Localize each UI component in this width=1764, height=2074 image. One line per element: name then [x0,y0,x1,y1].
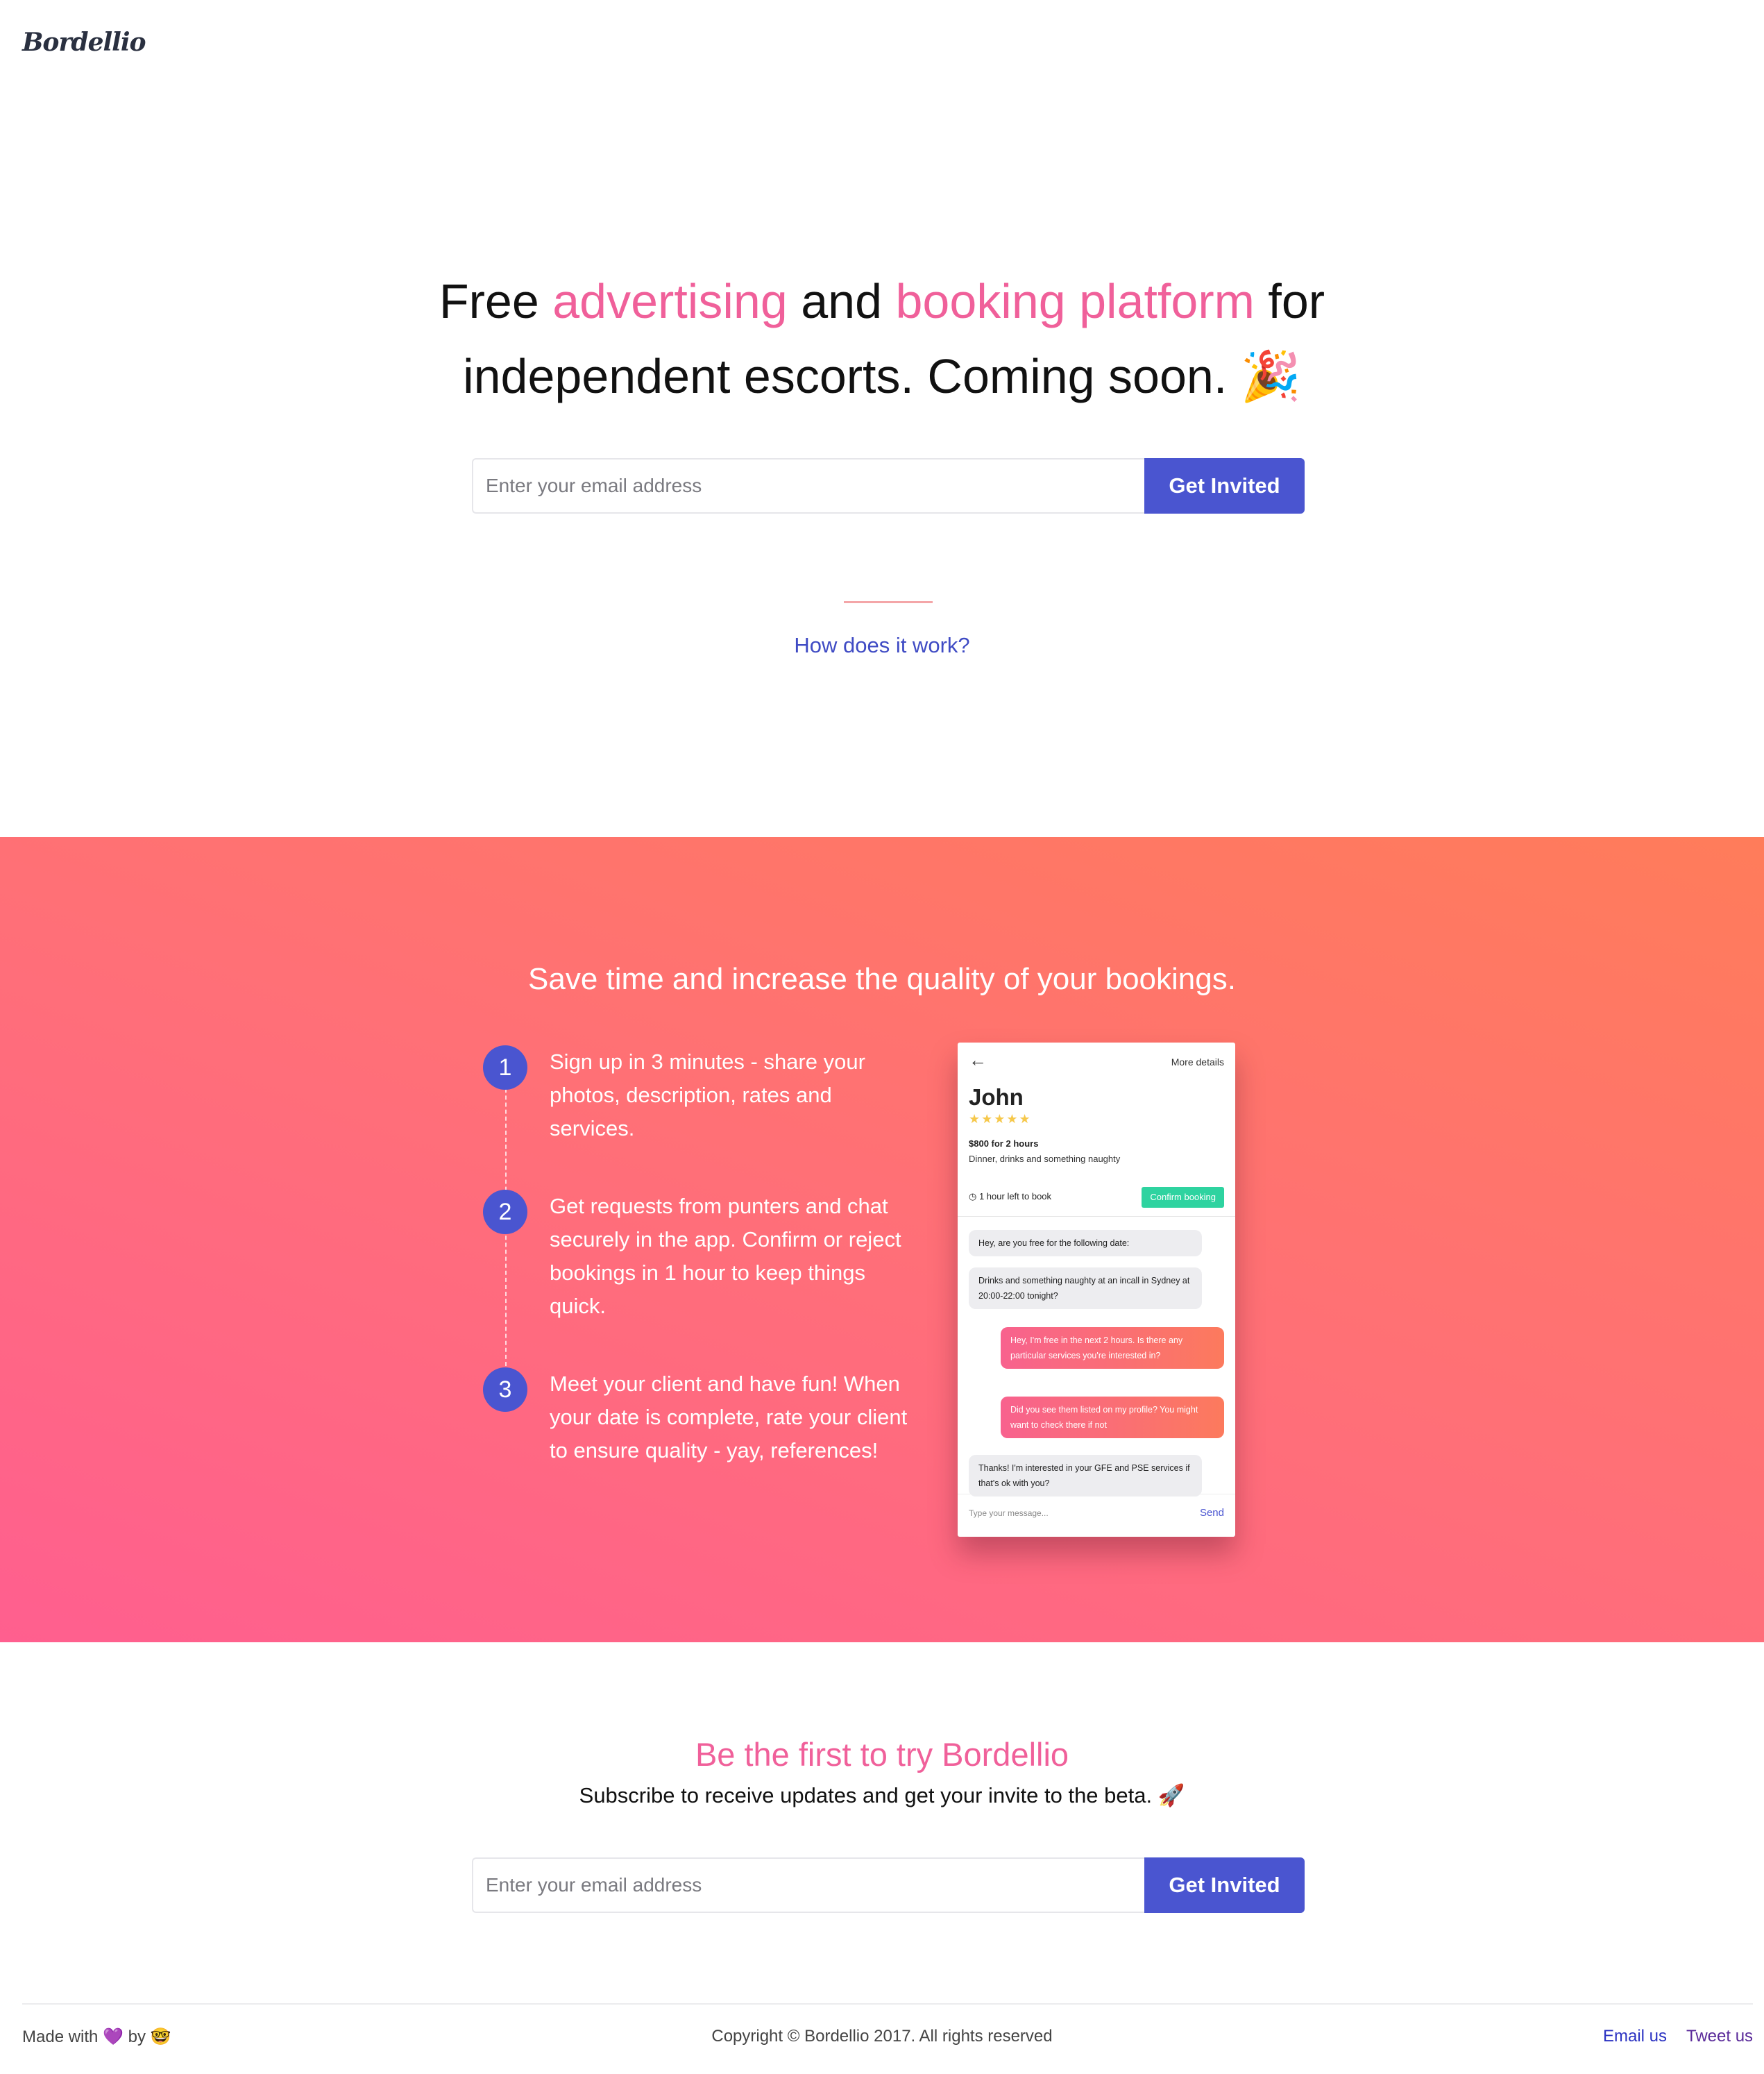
step-text: Get requests from punters and chat secur… [550,1194,901,1318]
step-number: 2 [483,1190,527,1234]
cta-title: Be the first to try Bordellio [695,1736,1069,1773]
more-details-link[interactable]: More details [1171,1056,1224,1068]
message-input[interactable]: Type your message... [969,1508,1049,1518]
features-heading: Save time and increase the quality of yo… [528,962,1236,996]
hero-get-invited-button[interactable]: Get Invited [1144,458,1305,514]
client-name: John [969,1084,1024,1110]
chat-message-outgoing: Did you see them listed on my profile? Y… [1001,1397,1224,1438]
step-text: Meet your client and have fun! When your… [550,1372,908,1462]
chat-message-incoming: Drinks and something naughty at an incal… [969,1267,1202,1309]
timer-text: 1 hour left to book [978,1191,1052,1202]
booking-description: Dinner, drinks and something naughty [969,1154,1121,1164]
hero-title: Free advertising and booking platform fo… [0,264,1764,414]
cta-get-invited-button[interactable]: Get Invited [1144,1857,1305,1913]
phone-mockup: ← More details John ★★★★★ $800 for 2 hou… [958,1043,1235,1537]
hero-title-part: Free [439,274,553,328]
cta-subtitle-text: Subscribe to receive updates and get you… [579,1783,1153,1807]
divider [958,1216,1235,1217]
step-number: 1 [483,1045,527,1090]
copyright: Copyright © Bordellio 2017. All rights r… [711,2027,1053,2046]
step-text: Sign up in 3 minutes - share your photos… [550,1049,865,1140]
party-popper-icon: 🎉 [1240,349,1301,403]
hero-title-part: and [787,274,896,328]
step-number: 3 [483,1367,527,1412]
hero-title-line2: independent escorts. Coming soon. [463,349,1228,403]
footer-divider [22,2003,1753,2005]
message-composer: Type your message... Send [958,1494,1235,1537]
logo[interactable]: Bordellio [22,28,146,57]
star-rating: ★★★★★ [969,1112,1032,1126]
chat-message-incoming: Hey, are you free for the following date… [969,1230,1202,1256]
send-button[interactable]: Send [1200,1507,1224,1519]
hero-title-part: for [1254,274,1325,328]
timer: ◷ 1 hour left to book [969,1191,1051,1202]
hero-highlight-advertising: advertising [552,274,788,328]
booking-price: $800 for 2 hours [969,1138,1039,1149]
clock-icon: ◷ [969,1191,977,1202]
tweet-us-link[interactable]: Tweet us [1686,2027,1753,2046]
chat-message-incoming: Thanks! I'm interested in your GFE and P… [969,1455,1202,1497]
divider [844,601,933,603]
hero-email-input[interactable] [472,458,1144,514]
how-does-it-work-link[interactable]: How does it work? [0,633,1764,658]
chat-message-outgoing: Hey, I'm free in the next 2 hours. Is th… [1001,1327,1224,1369]
confirm-booking-button[interactable]: Confirm booking [1142,1187,1224,1208]
rocket-icon: 🚀 [1157,1783,1185,1807]
hero-title-block: Free advertising and booking platform fo… [0,264,1764,414]
hero-signup-form: Get Invited [472,458,1305,514]
arrow-left-icon[interactable]: ← [969,1049,987,1071]
cta-email-input[interactable] [472,1857,1144,1913]
hero-highlight-booking: booking platform [895,274,1255,328]
cta-signup-form: Get Invited [472,1857,1305,1913]
cta-subtitle: Subscribe to receive updates and get you… [0,1782,1764,1808]
email-us-link[interactable]: Email us [1603,2027,1667,2046]
features-section: Save time and increase the quality of yo… [0,837,1764,1642]
